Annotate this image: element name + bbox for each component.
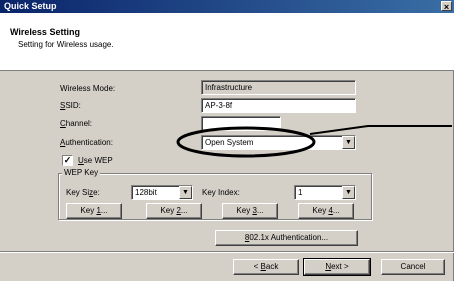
key-size-label: Key Size: <box>66 188 100 197</box>
wireless-mode-label: Wireless Mode: <box>60 84 116 93</box>
quick-setup-dialog: Quick Setup × Wireless Setting Setting f… <box>0 0 454 281</box>
key-index-select[interactable]: 1 ▼ <box>294 185 356 200</box>
channel-label: Channel: <box>60 119 93 128</box>
authentication-label: Authentication: <box>60 138 113 147</box>
key-1-button[interactable]: Key 1... <box>66 203 122 219</box>
channel-input[interactable] <box>201 116 281 131</box>
key-size-select[interactable]: 128bit ▼ <box>131 185 193 200</box>
key-index-value: 1 <box>298 188 303 197</box>
window-title: Quick Setup <box>4 1 57 11</box>
wireless-mode-field: Infrastructure <box>201 80 356 95</box>
key-2-button[interactable]: Key 2... <box>146 203 202 219</box>
wizard-header: Wireless Setting Setting for Wireless us… <box>0 13 454 71</box>
cancel-button[interactable]: Cancel <box>381 259 445 275</box>
key-index-label: Key Index: <box>202 188 240 197</box>
key-4-button[interactable]: Key 4... <box>298 203 354 219</box>
close-icon[interactable]: × <box>441 1 452 12</box>
next-button[interactable]: Next > <box>303 258 371 276</box>
authentication-select[interactable]: Open System ▼ <box>201 135 356 150</box>
chevron-down-icon[interactable]: ▼ <box>179 186 192 199</box>
key-3-button[interactable]: Key 3... <box>222 203 278 219</box>
authentication-value: Open System <box>205 138 254 147</box>
header-subtitle: Setting for Wireless usage. <box>18 40 114 49</box>
use-wep-label[interactable]: Use WEP <box>78 156 113 165</box>
title-bar: Quick Setup × <box>0 0 454 13</box>
header-title: Wireless Setting <box>10 27 80 37</box>
use-wep-checkbox[interactable]: ✓ <box>62 155 73 166</box>
chevron-down-icon[interactable]: ▼ <box>342 136 355 149</box>
chevron-down-icon[interactable]: ▼ <box>342 186 355 199</box>
ssid-input[interactable]: AP-3-8f <box>201 98 356 113</box>
footer-divider <box>0 251 454 253</box>
8021x-authentication-button[interactable]: 802.1x Authentication... <box>215 230 358 246</box>
ssid-label: SSID: <box>60 101 81 110</box>
wep-key-group-title: WEP Key <box>62 168 101 177</box>
key-size-value: 128bit <box>135 188 157 197</box>
back-button[interactable]: < Back <box>233 259 299 275</box>
